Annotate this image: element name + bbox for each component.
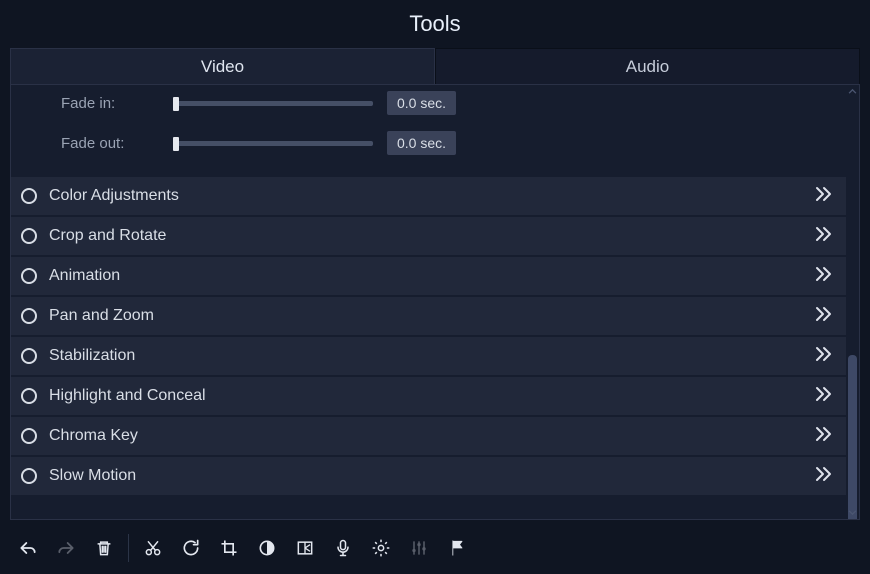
tool-row-label: Highlight and Conceal xyxy=(49,387,814,405)
tool-row-label: Crop and Rotate xyxy=(49,227,814,245)
chevron-right-icon xyxy=(814,306,834,327)
tool-row-label: Pan and Zoom xyxy=(49,307,814,325)
redo-button xyxy=(48,530,84,566)
radio-icon xyxy=(21,188,37,204)
add-marker-button[interactable] xyxy=(439,530,475,566)
field-label-fade-in: Fade in: xyxy=(61,95,159,112)
crop-button[interactable] xyxy=(211,530,247,566)
field-label-fade-out: Fade out: xyxy=(61,135,159,152)
fade-in-value[interactable]: 0.0 sec. xyxy=(387,91,456,115)
tab-audio[interactable]: Audio xyxy=(435,48,860,84)
panel-title: Tools xyxy=(0,0,870,48)
equalizer-button xyxy=(401,530,437,566)
tool-row-highlight-and-conceal[interactable]: Highlight and Conceal xyxy=(11,377,846,415)
rotate-button[interactable] xyxy=(173,530,209,566)
radio-icon xyxy=(21,348,37,364)
radio-icon xyxy=(21,468,37,484)
bottom-toolbar xyxy=(10,526,860,570)
slider-thumb[interactable] xyxy=(173,137,179,151)
cut-button[interactable] xyxy=(135,530,171,566)
undo-button[interactable] xyxy=(10,530,46,566)
tool-row-chroma-key[interactable]: Chroma Key xyxy=(11,417,846,455)
scrollbar-thumb[interactable] xyxy=(848,355,857,520)
tab-video[interactable]: Video xyxy=(10,48,435,84)
tool-row-crop-and-rotate[interactable]: Crop and Rotate xyxy=(11,217,846,255)
radio-icon xyxy=(21,268,37,284)
radio-icon xyxy=(21,308,37,324)
tool-row-slow-motion[interactable]: Slow Motion xyxy=(11,457,846,495)
video-general-panel: Duration: 00:00:0.000 Fade in: 0.0 sec. xyxy=(11,84,846,177)
tool-row-label: Chroma Key xyxy=(49,427,814,445)
chevron-right-icon xyxy=(814,466,834,487)
radio-icon xyxy=(21,428,37,444)
chevron-right-icon xyxy=(814,186,834,207)
tool-row-label: Stabilization xyxy=(49,347,814,365)
fade-out-slider[interactable] xyxy=(173,134,373,152)
clip-properties-button[interactable] xyxy=(287,530,323,566)
tool-row-color-adjustments[interactable]: Color Adjustments xyxy=(11,177,846,215)
chevron-right-icon xyxy=(814,226,834,247)
toolbar-divider xyxy=(128,534,129,562)
settings-button[interactable] xyxy=(363,530,399,566)
scroll-down-button[interactable] xyxy=(846,506,859,519)
tab-audio-label: Audio xyxy=(626,57,669,77)
tool-row-label: Color Adjustments xyxy=(49,187,814,205)
tool-row-label: Animation xyxy=(49,267,814,285)
tool-row-pan-and-zoom[interactable]: Pan and Zoom xyxy=(11,297,846,335)
tabs-bar: Video Audio xyxy=(10,48,860,84)
fade-in-slider[interactable] xyxy=(173,94,373,112)
tool-row-stabilization[interactable]: Stabilization xyxy=(11,337,846,375)
scroll-up-button[interactable] xyxy=(846,85,859,98)
slider-thumb[interactable] xyxy=(173,97,179,111)
color-adjustments-button[interactable] xyxy=(249,530,285,566)
chevron-right-icon xyxy=(814,346,834,367)
radio-icon xyxy=(21,228,37,244)
tool-row-animation[interactable]: Animation xyxy=(11,257,846,295)
fade-out-value[interactable]: 0.0 sec. xyxy=(387,131,456,155)
scrollbar[interactable] xyxy=(846,85,859,519)
chevron-right-icon xyxy=(814,386,834,407)
trash-button[interactable] xyxy=(86,530,122,566)
tool-list: Color Adjustments Crop and Rotate Animatio… xyxy=(11,177,846,495)
chevron-right-icon xyxy=(814,426,834,447)
tool-row-label: Slow Motion xyxy=(49,467,814,485)
content-area: Duration: 00:00:0.000 Fade in: 0.0 sec. xyxy=(10,84,860,520)
chevron-right-icon xyxy=(814,266,834,287)
tab-video-label: Video xyxy=(201,57,244,77)
radio-icon xyxy=(21,388,37,404)
record-audio-button[interactable] xyxy=(325,530,361,566)
